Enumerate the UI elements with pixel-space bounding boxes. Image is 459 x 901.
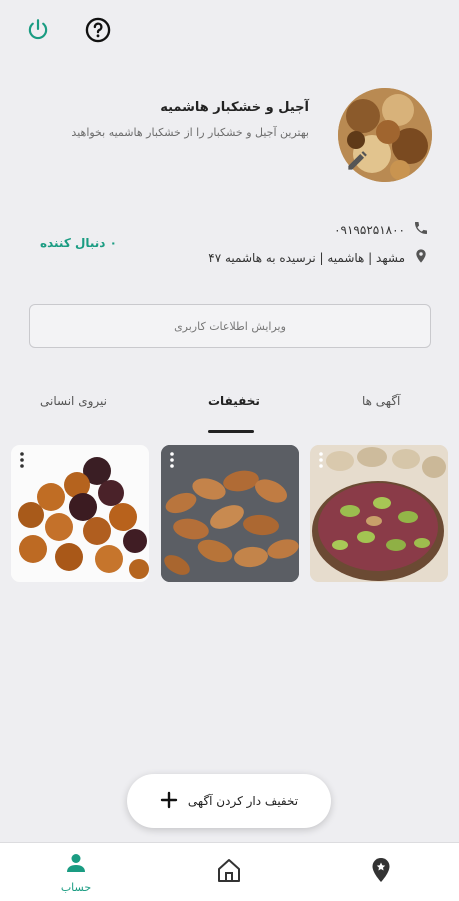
phone-row: ۰۹۱۹۵۲۵۱۸۰۰ bbox=[334, 220, 429, 239]
almonds-image bbox=[161, 445, 299, 582]
help-icon[interactable] bbox=[82, 14, 114, 46]
card-menu-icon[interactable] bbox=[169, 451, 175, 469]
power-icon[interactable] bbox=[22, 14, 54, 46]
tab-human-resources[interactable]: نیروی انسانی bbox=[40, 394, 107, 408]
tab-ads[interactable]: آگهی ها bbox=[362, 394, 400, 408]
tab-discounts[interactable]: تخفیفات bbox=[208, 394, 260, 408]
nav-home[interactable] bbox=[194, 843, 264, 901]
bottom-navigation: حساب bbox=[0, 842, 459, 901]
pistachios-image bbox=[310, 445, 448, 582]
home-icon bbox=[215, 856, 243, 888]
profile-tabs: آگهی ها تخفیفات نیروی انسانی bbox=[0, 394, 459, 434]
nav-account[interactable]: حساب bbox=[41, 843, 111, 901]
nav-account-label: حساب bbox=[60, 880, 92, 894]
edit-profile-button[interactable]: ویرایش اطلاعات کاربری bbox=[29, 304, 431, 348]
person-icon bbox=[64, 851, 88, 879]
make-discount-button[interactable]: تخفیف دار کردن آگهی bbox=[127, 774, 331, 828]
shop-name: آجیل و خشکبار هاشمیه bbox=[160, 100, 309, 115]
phone-number[interactable]: ۰۹۱۹۵۲۵۱۸۰۰ bbox=[334, 223, 405, 237]
raisins-image bbox=[11, 445, 149, 582]
discount-card-pistachios[interactable] bbox=[310, 445, 448, 582]
nav-location[interactable] bbox=[346, 843, 416, 901]
address-row: مشهد | هاشمیه | نرسیده به هاشمیه ۴۷ bbox=[208, 248, 429, 267]
discount-card-almonds[interactable] bbox=[161, 445, 299, 582]
followers-count[interactable]: ۰ دنبال کننده bbox=[40, 236, 117, 250]
top-bar bbox=[22, 14, 142, 46]
card-menu-icon[interactable] bbox=[19, 451, 25, 469]
address-text: مشهد | هاشمیه | نرسیده به هاشمیه ۴۷ bbox=[208, 250, 405, 265]
edit-avatar-icon[interactable] bbox=[342, 146, 372, 176]
discount-card-raisins[interactable] bbox=[11, 445, 149, 582]
card-menu-icon[interactable] bbox=[318, 451, 324, 469]
fab-label: تخفیف دار کردن آگهی bbox=[187, 794, 299, 808]
shop-description: بهترین آجیل و خشکبار را از خشکبار هاشمیه… bbox=[71, 126, 309, 139]
active-tab-indicator bbox=[208, 430, 254, 433]
location-icon bbox=[368, 856, 394, 888]
plus-icon bbox=[160, 791, 178, 812]
phone-icon bbox=[413, 220, 429, 239]
location-pin-icon bbox=[413, 248, 429, 267]
